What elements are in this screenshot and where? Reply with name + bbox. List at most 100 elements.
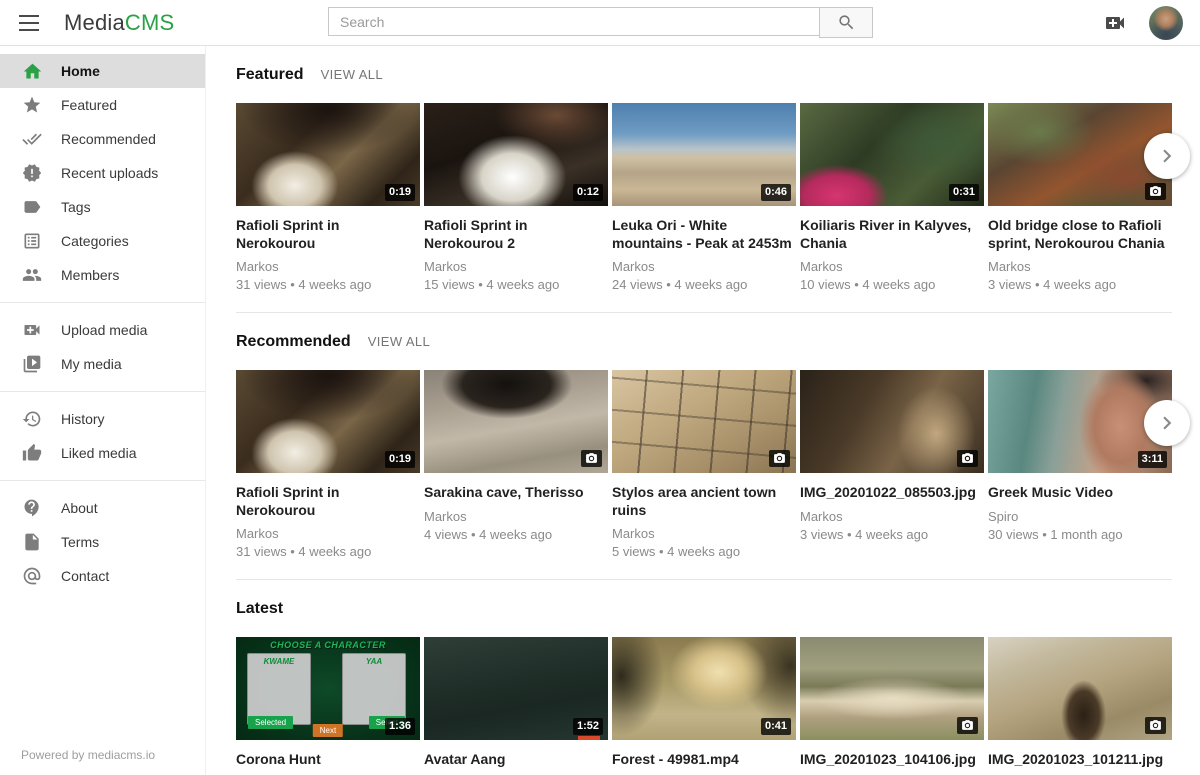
sidebar-item-home[interactable]: Home xyxy=(0,54,205,88)
video-thumbnail[interactable]: 0:12 xyxy=(424,103,608,206)
photo-thumbnail[interactable] xyxy=(988,637,1172,740)
media-title[interactable]: Avatar Aang xyxy=(424,751,608,769)
media-title[interactable]: Rafioli Sprint in Nerokourou 2 xyxy=(424,217,608,252)
video-thumbnail[interactable]: 0:19 xyxy=(236,103,420,206)
view-all-link[interactable]: VIEW ALL xyxy=(368,334,430,349)
media-card[interactable]: CHOOSE A CHARACTER KWAME YAA Selected Ne… xyxy=(236,637,420,775)
section-header-featured: Featured VIEW ALL xyxy=(236,66,1172,84)
media-meta: 31 views • 4 weeks ago xyxy=(236,277,420,292)
sidebar-item-upload-media[interactable]: Upload media xyxy=(0,313,205,347)
sidebar-item-tags[interactable]: Tags xyxy=(0,190,205,224)
video-thumbnail[interactable]: 0:46 xyxy=(612,103,796,206)
sidebar-item-label: History xyxy=(61,411,105,427)
game-selected-button: Selected xyxy=(248,716,293,729)
sidebar-item-liked-media[interactable]: Liked media xyxy=(0,436,205,470)
media-card[interactable]: 0:19 Rafioli Sprint in Nerokourou Markos… xyxy=(236,370,420,559)
media-title[interactable]: IMG_20201023_101211.jpg xyxy=(988,751,1172,769)
sidebar-item-recent-uploads[interactable]: Recent uploads xyxy=(0,156,205,190)
done-all-icon xyxy=(21,128,43,150)
home-icon xyxy=(21,60,43,82)
duration-badge: 0:19 xyxy=(385,451,415,468)
sidebar-item-recommended[interactable]: Recommended xyxy=(0,122,205,156)
app-logo[interactable]: MediaCMS xyxy=(64,10,174,36)
media-author[interactable]: Markos xyxy=(800,259,984,274)
photo-camera-icon xyxy=(581,450,602,467)
section-title: Featured xyxy=(236,66,304,84)
video-upload-icon[interactable] xyxy=(1102,11,1128,35)
media-title[interactable]: Forest - 49981.mp4 xyxy=(612,751,796,769)
photo-thumbnail[interactable] xyxy=(800,637,984,740)
media-title[interactable]: IMG_20201023_104106.jpg xyxy=(800,751,984,769)
video-thumbnail[interactable]: CHOOSE A CHARACTER KWAME YAA Selected Ne… xyxy=(236,637,420,740)
media-title[interactable]: Corona Hunt xyxy=(236,751,420,769)
photo-thumbnail[interactable] xyxy=(424,370,608,473)
media-author[interactable]: Markos xyxy=(612,259,796,274)
media-card[interactable]: IMG_20201023_104106.jpg Markos 4 views •… xyxy=(800,637,984,775)
media-card[interactable]: 0:46 Leuka Ori - White mountains - Peak … xyxy=(612,103,796,292)
media-author[interactable]: Markos xyxy=(988,259,1172,274)
media-title[interactable]: Leuka Ori - White mountains - Peak at 24… xyxy=(612,217,796,252)
media-author[interactable]: Markos xyxy=(612,526,796,541)
media-title[interactable]: Rafioli Sprint in Nerokourou xyxy=(236,484,420,519)
media-author[interactable]: Markos xyxy=(424,259,608,274)
sidebar-item-categories[interactable]: Categories xyxy=(0,224,205,258)
media-card[interactable]: IMG_20201022_085503.jpg Markos 3 views •… xyxy=(800,370,984,559)
media-meta: 5 views • 4 weeks ago xyxy=(612,544,796,559)
media-card[interactable]: IMG_20201023_101211.jpg Markos 4 views •… xyxy=(988,637,1172,775)
media-card[interactable]: Old bridge close to Rafioli sprint, Nero… xyxy=(988,103,1172,292)
media-card[interactable]: 0:19 Rafioli Sprint in Nerokourou Markos… xyxy=(236,103,420,292)
logo-prefix: Media xyxy=(64,10,125,35)
sidebar-item-history[interactable]: History xyxy=(0,402,205,436)
search-button[interactable] xyxy=(819,7,873,38)
media-title[interactable]: Old bridge close to Rafioli sprint, Nero… xyxy=(988,217,1172,252)
media-meta: 10 views • 4 weeks ago xyxy=(800,277,984,292)
latest-cards-row: CHOOSE A CHARACTER KWAME YAA Selected Ne… xyxy=(236,637,1172,775)
chevron-right-icon xyxy=(1154,410,1180,436)
media-author[interactable]: Markos xyxy=(800,509,984,524)
sidebar-item-my-media[interactable]: My media xyxy=(0,347,205,381)
media-author[interactable]: Markos xyxy=(236,259,420,274)
media-title[interactable]: Rafioli Sprint in Nerokourou xyxy=(236,217,420,252)
media-card[interactable]: 0:41 Forest - 49981.mp4 test 17 views • … xyxy=(612,637,796,775)
media-author[interactable]: Markos xyxy=(424,509,608,524)
at-email-icon xyxy=(21,565,43,587)
sidebar-item-featured[interactable]: Featured xyxy=(0,88,205,122)
sidebar-group-activity: History Liked media xyxy=(0,391,205,470)
media-card[interactable]: 0:12 Rafioli Sprint in Nerokourou 2 Mark… xyxy=(424,103,608,292)
photo-thumbnail[interactable] xyxy=(612,370,796,473)
view-all-link[interactable]: VIEW ALL xyxy=(321,67,383,82)
powered-by-text[interactable]: Powered by mediacms.io xyxy=(0,748,205,775)
video-thumbnail[interactable]: 0:19 xyxy=(236,370,420,473)
media-title[interactable]: Sarakina cave, Therisso xyxy=(424,484,608,502)
media-card[interactable]: 0:31 Koiliaris River in Kalyves, Chania … xyxy=(800,103,984,292)
sidebar-item-terms[interactable]: Terms xyxy=(0,525,205,559)
video-thumbnail[interactable]: 0:31 xyxy=(800,103,984,206)
media-meta: 30 views • 1 month ago xyxy=(988,527,1172,542)
sidebar-item-about[interactable]: About xyxy=(0,491,205,525)
user-avatar[interactable] xyxy=(1149,6,1183,40)
sidebar-item-contact[interactable]: Contact xyxy=(0,559,205,593)
video-thumbnail[interactable]: 1:52 xyxy=(424,637,608,740)
sidebar-item-label: Contact xyxy=(61,568,109,584)
game-character-name: KWAME xyxy=(248,657,310,666)
media-card[interactable]: Stylos area ancient town ruins Markos 5 … xyxy=(612,370,796,559)
media-title[interactable]: IMG_20201022_085503.jpg xyxy=(800,484,984,502)
sidebar-item-label: Recent uploads xyxy=(61,165,158,181)
media-title[interactable]: Koiliaris River in Kalyves, Chania xyxy=(800,217,984,252)
media-author[interactable]: Markos xyxy=(236,526,420,541)
media-card[interactable]: 3:11 Greek Music Video Spiro 30 views • … xyxy=(988,370,1172,559)
carousel-next-button[interactable] xyxy=(1144,133,1190,179)
media-author[interactable]: Spiro xyxy=(988,509,1172,524)
search-input[interactable] xyxy=(328,7,820,36)
photo-thumbnail[interactable] xyxy=(800,370,984,473)
media-title[interactable]: Stylos area ancient town ruins xyxy=(612,484,796,519)
sidebar-item-members[interactable]: Members xyxy=(0,258,205,292)
carousel-next-button[interactable] xyxy=(1144,400,1190,446)
photo-camera-icon xyxy=(957,717,978,734)
menu-icon[interactable] xyxy=(19,15,39,31)
video-thumbnail[interactable]: 0:41 xyxy=(612,637,796,740)
media-title[interactable]: Greek Music Video xyxy=(988,484,1172,502)
media-card[interactable]: 1:52 Avatar Aang Dickson Jr. 12 views • … xyxy=(424,637,608,775)
categories-icon xyxy=(21,230,43,252)
media-card[interactable]: Sarakina cave, Therisso Markos 4 views •… xyxy=(424,370,608,559)
